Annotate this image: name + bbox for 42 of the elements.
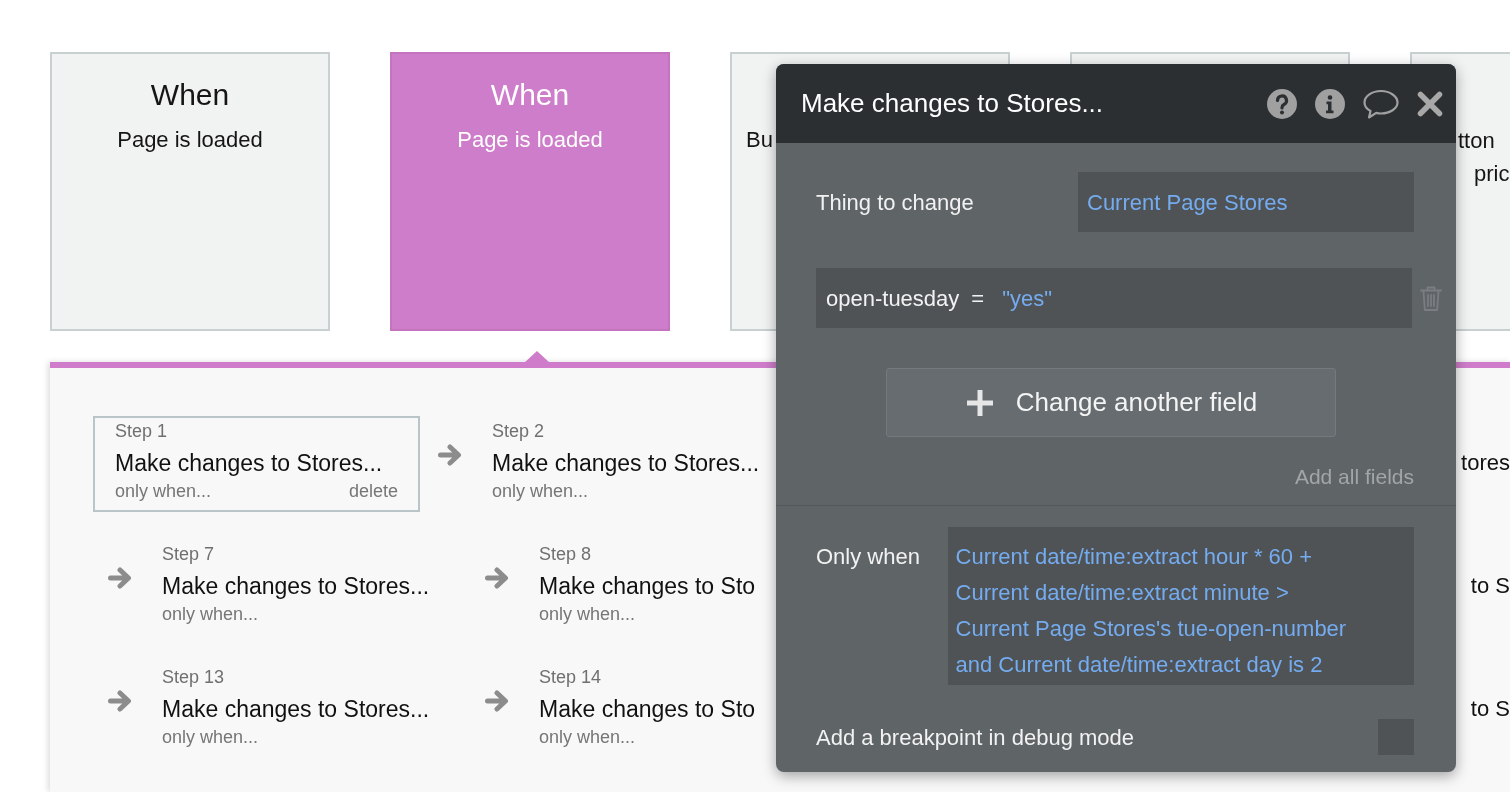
step-label: Step 1 — [115, 421, 168, 441]
step-label: Step 13 — [162, 667, 225, 687]
trigger-event: tton — [1458, 128, 1495, 153]
info-icon[interactable] — [1315, 88, 1345, 119]
workflow-step[interactable]: Step 1 Make changes to Stores... only when... delete — [93, 416, 420, 512]
step-label: Step 7 — [162, 544, 215, 564]
only-when-link[interactable]: only when... — [539, 725, 636, 749]
close-icon[interactable] — [1417, 90, 1443, 117]
step-action[interactable]: Make changes to Sto — [539, 573, 756, 599]
thing-to-change-label: Thing to change — [816, 188, 975, 217]
only-when-link[interactable]: only when... — [115, 479, 212, 503]
trigger-card[interactable]: When Page is loaded — [50, 52, 330, 331]
step-action[interactable]: Make changes to Sto — [539, 696, 756, 722]
help-icon[interactable] — [1267, 88, 1297, 119]
plus-icon — [964, 387, 995, 418]
trigger-event: Page is loaded — [456, 126, 604, 154]
step-action[interactable]: Make changes to Stores... — [162, 696, 430, 722]
step-action[interactable]: to S — [1470, 570, 1510, 602]
only-when-link[interactable]: only when... — [162, 602, 259, 626]
step-action[interactable]: to S — [1470, 693, 1510, 725]
trigger-event: Bu — [746, 127, 773, 152]
comment-icon[interactable] — [1363, 88, 1399, 119]
trigger-title: When — [149, 77, 231, 113]
step-label: Step 8 — [539, 544, 592, 564]
only-when-link[interactable]: only when... — [492, 479, 589, 503]
trigger-title: When — [489, 77, 571, 113]
step-action[interactable]: Make changes to Stores... — [492, 450, 760, 476]
step-label: Step 2 — [492, 421, 545, 441]
only-when-link[interactable]: only when... — [162, 725, 259, 749]
breakpoint-label: Add a breakpoint in debug mode — [816, 723, 1134, 752]
step-action[interactable]: tores — [1461, 447, 1510, 479]
only-when-link[interactable]: only when... — [539, 602, 636, 626]
step-action[interactable]: Make changes to Stores... — [115, 450, 383, 476]
step-action[interactable]: Make changes to Stores... — [162, 573, 430, 599]
popup-title: Make changes to Stores... — [801, 87, 1104, 120]
field-assignment[interactable]: open-tuesday = "yes" — [816, 268, 1412, 328]
trigger-event: pric — [1474, 161, 1510, 186]
change-another-field-button[interactable]: Change another field — [886, 368, 1336, 437]
step-label: Step 14 — [539, 667, 602, 687]
only-when-label: Only when — [816, 543, 921, 571]
trigger-event: Page is loaded — [116, 126, 264, 154]
delete-link[interactable]: delete — [348, 479, 398, 503]
